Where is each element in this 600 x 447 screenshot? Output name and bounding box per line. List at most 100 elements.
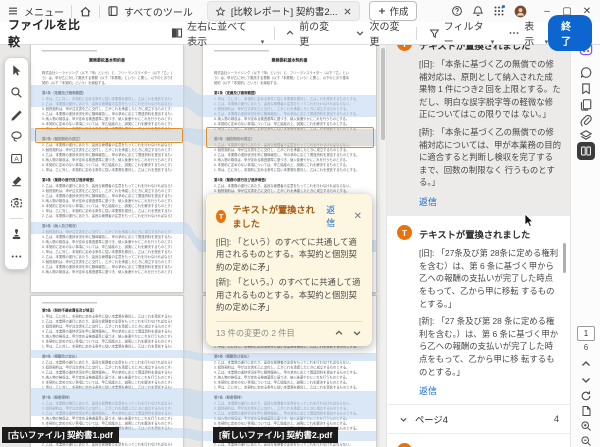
change-card-title: テキストが置換されました — [419, 227, 561, 241]
old-file-page-4[interactable]: 第5条（契約不適合責任及び修正）1. 甲は、乙に対し、本契約に定める条件に従い本… — [31, 296, 183, 447]
document-text-line: 1. 甲は、乙に対し、本契約に定める条件に従い本業務を委託し、乙はこれを受託する… — [42, 168, 172, 173]
help-icon[interactable] — [451, 5, 463, 17]
clause-heading: 第3条（業務の遂行及び進捗報告） — [214, 178, 365, 183]
attachment-icon[interactable] — [580, 114, 593, 127]
show-button[interactable]: 表示 ▾ — [508, 18, 548, 48]
next-change-label: 次の変更 — [369, 18, 403, 48]
reply-link[interactable]: 返信 — [419, 384, 561, 397]
create-label: 作成 — [390, 4, 409, 18]
document-text-line: 契約（以下「本契約」という）を締結する。 — [42, 81, 172, 86]
divider — [99, 5, 100, 18]
filter-icon — [429, 28, 440, 39]
pen-icon[interactable] — [10, 108, 23, 121]
filter-button[interactable]: フィルター ▾ — [429, 18, 495, 48]
change-card[interactable]: Tテキストが置換されました[旧]: 「その他一切の情報（以下「秘密情報」という）… — [387, 433, 571, 447]
page-down-icon[interactable] — [580, 374, 592, 386]
change-card[interactable]: Tテキストが置換されました[旧]: 「本条に基づく乙の無償での修補対応は、原則と… — [387, 26, 571, 215]
popup-prev-icon[interactable] — [334, 328, 344, 338]
text-box-icon[interactable]: A — [10, 152, 23, 165]
chevron-down-icon — [399, 415, 408, 424]
document-title: 業務委託基本契約書 — [214, 58, 365, 64]
reply-link[interactable]: 返信 — [419, 195, 561, 208]
text-replace-icon: T — [397, 443, 412, 447]
change-old-text: [旧]: 「本条に基づく乙の無償での修補対応は、原則として納入された成果物 1 … — [419, 58, 561, 121]
popup-reply-link[interactable]: 返信 — [326, 203, 340, 229]
titlebar-right — [451, 5, 527, 18]
change-popup[interactable]: T テキストが置換されました 返信 ✕ [旧]: 「という）のすべてに共通して適… — [206, 194, 372, 346]
text-replace-icon: T — [397, 225, 412, 240]
clause-heading: 第1条（定義及び適用範囲） — [42, 91, 172, 96]
done-button[interactable]: 終了 — [548, 15, 592, 51]
tab-close-icon[interactable] — [343, 7, 352, 16]
lasso-icon[interactable] — [10, 130, 23, 143]
popup-next-icon[interactable] — [352, 328, 362, 338]
page-up-icon[interactable] — [580, 358, 592, 370]
zoom-out-icon[interactable] — [580, 435, 592, 447]
change-old-text: [旧]: 「27条及び第 28条に定める権利を含む）は、第 6 条に基づく甲から… — [419, 247, 561, 310]
all-tools-label: すべてのツール — [124, 4, 193, 19]
current-change-box-old[interactable] — [35, 128, 183, 143]
chevron-down-icon — [355, 28, 365, 38]
next-change-button[interactable]: 次の変更 — [355, 18, 403, 48]
current-change-box-new[interactable] — [206, 127, 374, 148]
document-text-line: 契約（以下「本契約」という）を締結する。 — [214, 81, 365, 86]
compare-panel-icon[interactable] — [577, 142, 595, 160]
change-card[interactable]: T テキストが置換されました [旧]: 「27条及び第 28条に定める権利を含む）は… — [387, 215, 571, 404]
bookmark-icon[interactable] — [580, 82, 593, 95]
change-new-text: [新]: 「本条に基づく乙の無償での修補対応については、甲が本業務の目的に適合す… — [419, 126, 561, 189]
svg-text:A: A — [14, 156, 19, 163]
avatar[interactable] — [514, 5, 527, 18]
stamp-icon[interactable] — [10, 228, 23, 241]
divider — [216, 321, 362, 322]
layers-icon[interactable] — [580, 129, 593, 142]
right-tool-rail: 1 6 — [570, 0, 600, 447]
clause-heading: 第6条（報酬及び支払） — [42, 354, 172, 359]
page-section-row[interactable]: ページ44 — [387, 404, 571, 433]
refresh-icon[interactable] — [580, 390, 592, 402]
tool-title: ファイルを比較 — [8, 16, 83, 50]
chevron-up-icon — [285, 28, 295, 38]
prev-change-button[interactable]: 前の変更 — [285, 18, 333, 48]
snapshot-icon[interactable] — [10, 196, 23, 209]
chevron-down-icon: ▾ — [261, 38, 265, 48]
clause-heading: 第3条（業務の遂行及び進捗報告） — [42, 178, 172, 183]
star-icon[interactable] — [215, 6, 226, 17]
clause-heading: 第1条（定義及び適用範囲） — [214, 91, 365, 96]
document-title: 業務委託基本契約書 — [42, 58, 172, 64]
changes-list: T テキストが置換されました [旧]: 「本条に基づく乙の無償での修補対応は、原則と… — [387, 26, 571, 447]
mouse-cursor — [524, 214, 536, 228]
highlighter-icon[interactable] — [10, 174, 23, 187]
bell-icon[interactable] — [472, 5, 484, 17]
document-text-line: 1. 甲は、乙に対し、本契約に定める条件に従い本業務を委託し、乙はこれを受託する… — [214, 168, 365, 173]
export-icon[interactable] — [580, 405, 592, 417]
document-text-line: 1. 甲は、乙に対し、本契約に定める条件に従い本業務を委託し、乙はこれを受託する… — [214, 386, 365, 391]
zoom-in-icon[interactable] — [580, 420, 592, 432]
select-tool-icon[interactable] — [10, 64, 23, 77]
all-tools-icon — [107, 5, 119, 17]
side-by-side-button[interactable]: 左右に並べて表示 ▾ — [171, 18, 264, 48]
divider — [10, 218, 23, 219]
document-text-line: 5. 納入物の検収は、甲が定める検査基準に基づき、納入後速やかにこれを行うものと… — [42, 270, 172, 275]
comment-icon[interactable] — [580, 66, 593, 79]
old-file-page-3[interactable]: 業務委託基本契約書株式会社シーライジング（以下「甲」という）と、フリーランスライ… — [31, 44, 183, 292]
scrollbar-thumb[interactable] — [381, 48, 385, 140]
copy-pages-icon[interactable] — [580, 98, 593, 111]
popup-title: テキストが置換されました — [232, 202, 320, 230]
apps-grid-icon[interactable] — [493, 5, 505, 17]
ellipsis-icon — [508, 27, 520, 39]
page-number-input[interactable]: 1 — [577, 326, 595, 341]
zoom-tool-icon[interactable] — [10, 86, 23, 99]
page-header-mark — [42, 50, 97, 52]
page-total: 6 — [584, 343, 588, 352]
compare-toolbar: ファイルを比較 左右に並べて表示 ▾ 前の変更 次の変更 フィルター ▾ 表示 … — [0, 22, 600, 45]
divider — [274, 27, 275, 40]
chevron-down-icon: ▾ — [491, 38, 495, 48]
document-text-line: 2. 乙は、本業務の遂行にあたり、善良な管理者の注意をもってこれを行わなければな… — [42, 443, 172, 447]
all-tools-button[interactable]: すべてのツール — [107, 4, 193, 19]
divider — [416, 27, 417, 40]
clause-heading: 第6条（報酬及び支払） — [214, 354, 365, 359]
popup-close-icon[interactable]: ✕ — [354, 211, 362, 222]
popup-new-text: [新]: 「という。）のすべてに共通して適用されるものとする。本契約と個別契約の… — [216, 276, 362, 313]
more-tools-icon[interactable] — [10, 250, 23, 263]
panel-scrollbar-thumb[interactable] — [563, 243, 566, 273]
